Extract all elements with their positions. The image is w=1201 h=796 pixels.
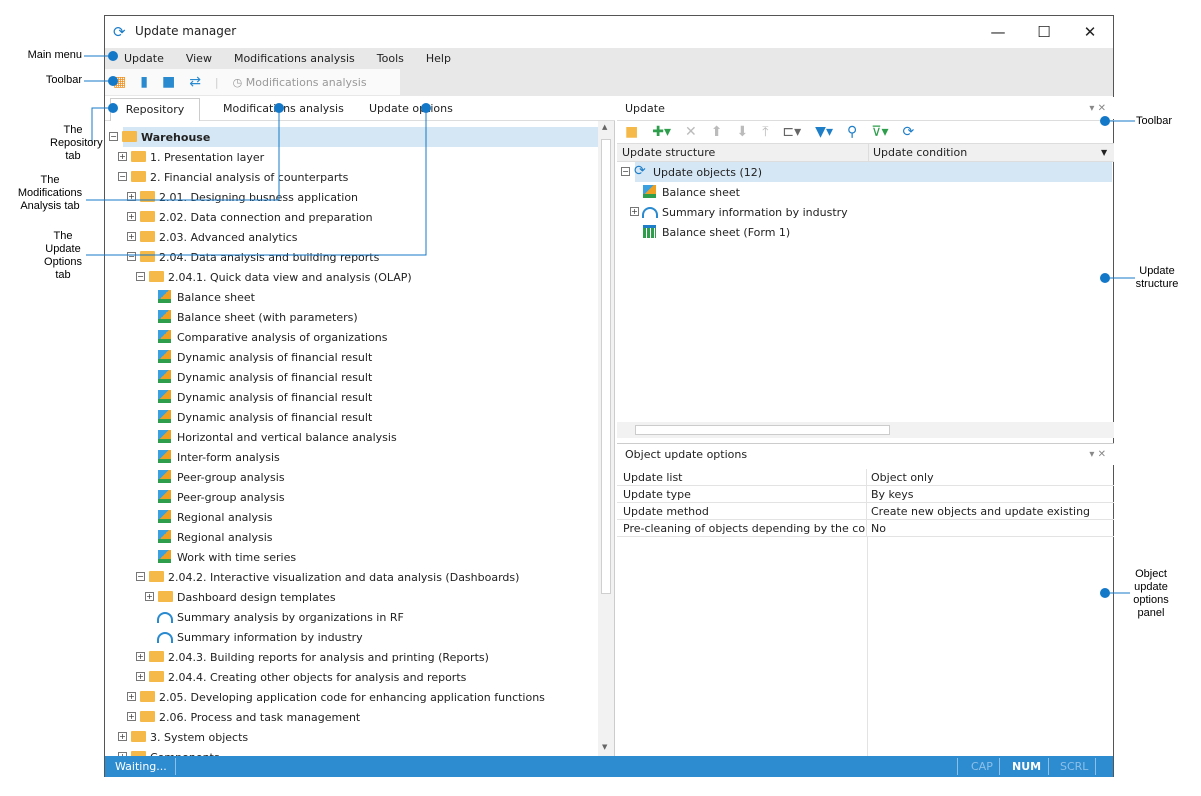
annotation-dot (1100, 273, 1110, 283)
annotation-dot (108, 51, 118, 61)
annotation-dot (108, 76, 118, 86)
annotation-update-options-tab: The Update Options tab (44, 230, 82, 281)
annotation-dot (108, 103, 118, 113)
annotation-lines (84, 55, 1135, 594)
annotation-dot (421, 103, 431, 113)
annotation-modifications-tab: The Modifications Analysis tab (17, 174, 83, 212)
annotation-dot (1100, 588, 1110, 598)
annotation-dot (274, 103, 284, 113)
annotation-options-panel: Object update options panel (1133, 568, 1169, 619)
annotation-toolbar: Toolbar (45, 74, 82, 86)
annotation-repository-tab: The Repository tab (50, 124, 103, 162)
annotation-update-structure: Update structure (1135, 265, 1179, 290)
annotation-dot (1100, 116, 1110, 126)
annotation-main-menu: Main menu (27, 49, 82, 61)
annotation-right-toolbar: Toolbar (1135, 115, 1173, 127)
